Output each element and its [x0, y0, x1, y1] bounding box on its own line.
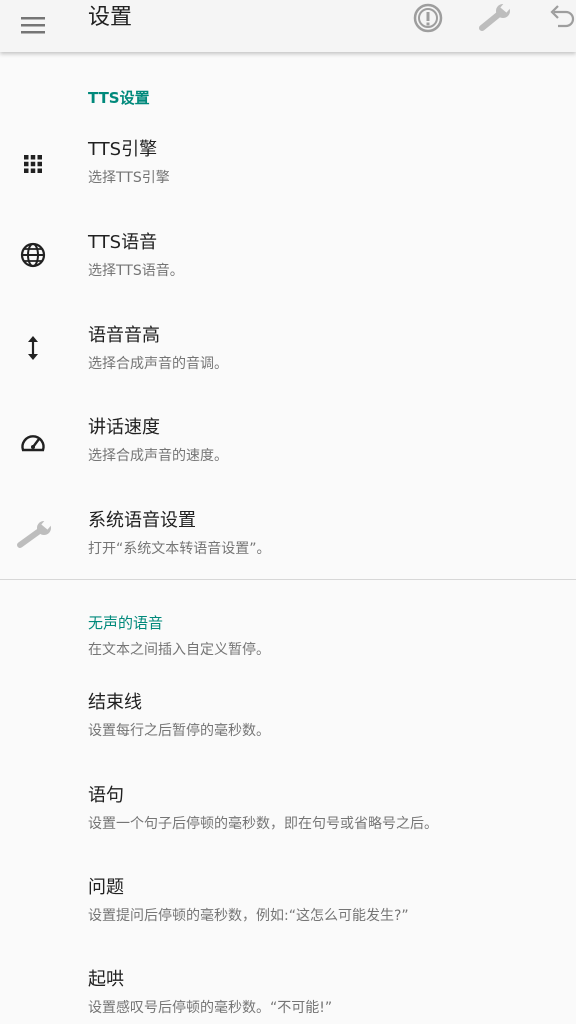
setting-system-tts[interactable]: 系统语音设置 打开“系统文本转语音设置”。 — [0, 496, 576, 586]
page-title: 设置 — [88, 5, 133, 30]
app-bar: 设置 — [0, 0, 576, 52]
setting-summary: 选择TTS语音。 — [88, 263, 184, 279]
setting-title: 问题 — [88, 877, 124, 898]
globe-icon — [16, 238, 50, 272]
setting-end-line[interactable]: 结束线 设置每行之后暂停的毫秒数。 — [0, 678, 576, 768]
setting-title: TTS语音 — [88, 232, 158, 253]
setting-summary: 设置一个句子后停顿的毫秒数，即在句号或省略号之后。 — [88, 816, 438, 832]
setting-summary: 选择合成声音的音调。 — [88, 356, 228, 372]
section-header-silence: 无声的语音 — [88, 614, 164, 632]
info-button[interactable] — [406, 0, 450, 36]
setting-title: 起哄 — [88, 969, 124, 990]
section-description: 在文本之间插入自定义暂停。 — [88, 642, 270, 658]
setting-question[interactable]: 问题 设置提问后停顿的毫秒数，例如:“这怎么可能发生?” — [0, 863, 576, 953]
setting-title: 语句 — [88, 785, 124, 806]
setting-title: 讲话速度 — [88, 417, 160, 438]
tools-button[interactable] — [474, 0, 518, 36]
setting-exclamation[interactable]: 起哄 设置感叹号后停顿的毫秒数。“不可能!” — [0, 955, 576, 1024]
setting-summary: 设置感叹号后停顿的毫秒数。“不可能!” — [88, 1000, 333, 1016]
section-divider — [0, 579, 576, 580]
settings-list: TTS设置 TTS引擎 选择TTS引擎 TTS语音 选择TTS语音。 语音音高 … — [0, 52, 576, 1024]
setting-title: TTS引擎 — [88, 139, 158, 160]
setting-summary: 打开“系统文本转语音设置”。 — [88, 541, 271, 557]
wrench-icon — [14, 518, 58, 552]
setting-speech-rate[interactable]: 讲话速度 选择合成声音的速度。 — [0, 403, 576, 493]
grid-dots-icon — [16, 147, 50, 181]
info-circle-icon — [413, 3, 443, 33]
wrench-icon — [479, 2, 512, 31]
undo-icon — [550, 5, 575, 28]
setting-summary: 设置每行之后暂停的毫秒数。 — [88, 723, 270, 739]
hamburger-menu-icon — [21, 17, 45, 34]
setting-pitch[interactable]: 语音音高 选择合成声音的音调。 — [0, 311, 576, 401]
setting-tts-voice[interactable]: TTS语音 选择TTS语音。 — [0, 218, 576, 308]
setting-summary: 选择合成声音的速度。 — [88, 448, 228, 464]
setting-sentence[interactable]: 语句 设置一个句子后停顿的毫秒数，即在句号或省略号之后。 — [0, 771, 576, 861]
setting-summary: 选择TTS引擎 — [88, 170, 170, 186]
undo-button[interactable] — [544, 0, 576, 36]
setting-title: 语音音高 — [88, 325, 160, 346]
vertical-arrows-icon — [16, 331, 50, 365]
section-header-tts: TTS设置 — [88, 89, 150, 107]
setting-summary: 设置提问后停顿的毫秒数，例如:“这怎么可能发生?” — [88, 908, 409, 924]
setting-title: 系统语音设置 — [88, 510, 196, 531]
menu-button[interactable] — [16, 8, 50, 42]
speedometer-icon — [16, 425, 50, 459]
setting-tts-engine[interactable]: TTS引擎 选择TTS引擎 — [0, 125, 576, 215]
setting-title: 结束线 — [88, 692, 142, 713]
